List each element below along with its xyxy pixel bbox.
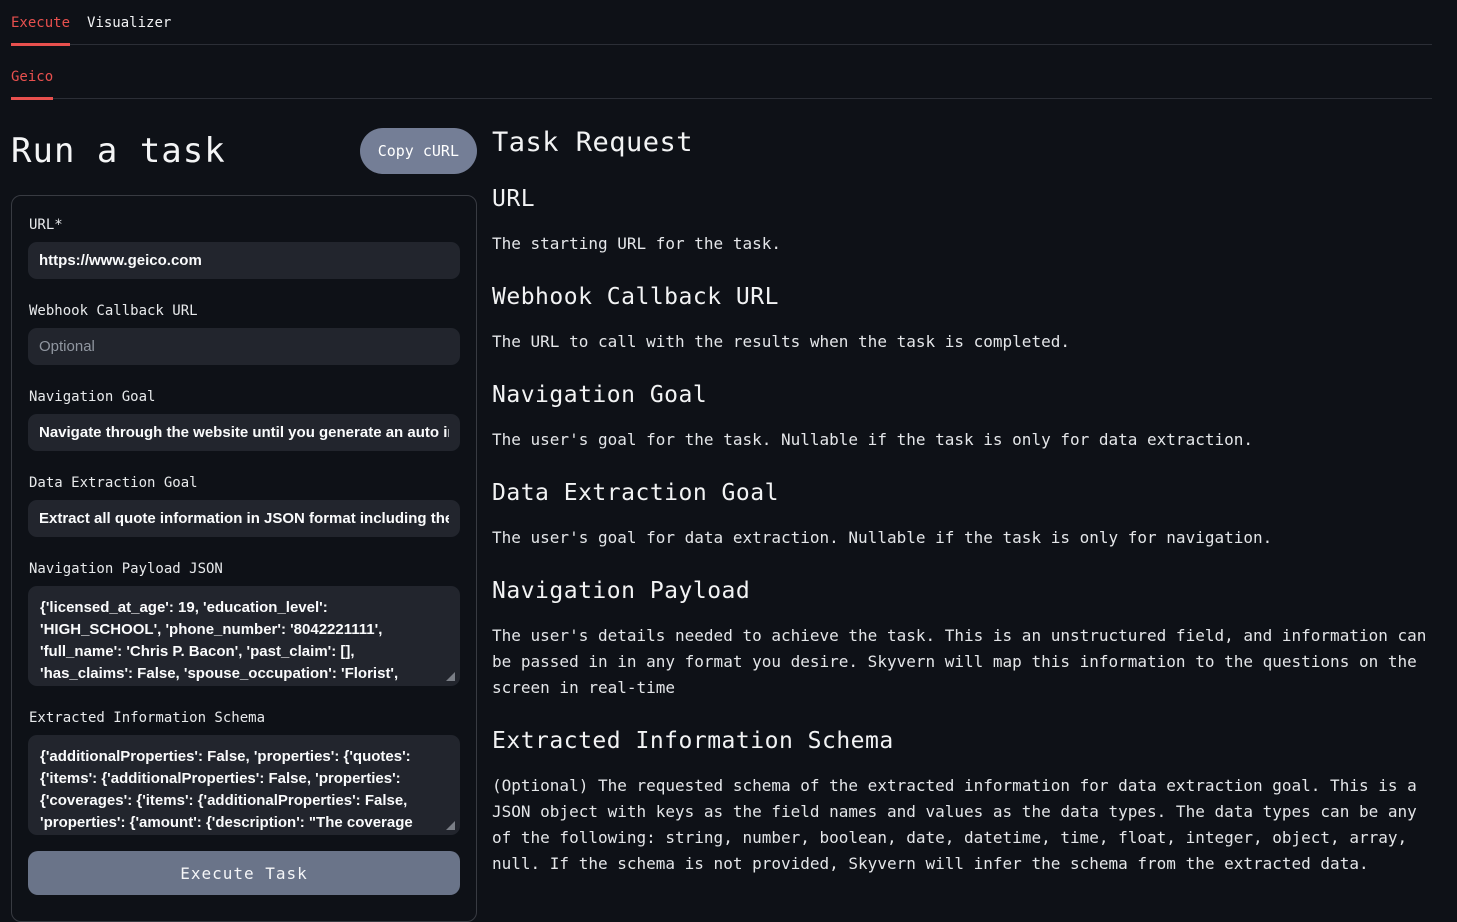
doc-body-navigation-goal: The user's goal for the task. Nullable i… <box>492 427 1432 453</box>
top-tab-bar: Execute Visualizer <box>11 0 1432 45</box>
doc-body-url: The starting URL for the task. <box>492 231 1432 257</box>
url-input[interactable] <box>28 242 460 279</box>
doc-heading-navigation-goal: Navigation Goal <box>492 380 1432 410</box>
task-request-panel: Task Request URL The starting URL for th… <box>492 127 1432 877</box>
data-extraction-goal-field-wrap <box>28 500 460 537</box>
extracted-schema-label: Extracted Information Schema <box>29 709 460 727</box>
navigation-payload-label: Navigation Payload JSON <box>29 560 460 578</box>
doc-heading-webhook: Webhook Callback URL <box>492 282 1432 312</box>
tab-visualizer[interactable]: Visualizer <box>87 15 171 44</box>
extracted-schema-field-wrap: {'additionalProperties': False, 'propert… <box>28 735 460 835</box>
webhook-label: Webhook Callback URL <box>29 302 460 320</box>
navigation-payload-textarea[interactable]: {'licensed_at_age': 19, 'education_level… <box>28 586 460 686</box>
doc-heading-navigation-payload: Navigation Payload <box>492 576 1432 606</box>
doc-body-extracted-schema: (Optional) The requested schema of the e… <box>492 773 1432 877</box>
task-form-card: URL* Webhook Callback URL Navigation Goa… <box>11 195 477 922</box>
tab-execute[interactable]: Execute <box>11 15 70 46</box>
extracted-schema-textarea[interactable]: {'additionalProperties': False, 'propert… <box>28 735 460 835</box>
doc-title: Task Request <box>492 127 1432 159</box>
sub-tab-bar: Geico <box>11 45 1432 99</box>
navigation-goal-input[interactable] <box>28 414 460 451</box>
doc-body-navigation-payload: The user's details needed to achieve the… <box>492 623 1432 701</box>
data-extraction-goal-label: Data Extraction Goal <box>29 474 460 492</box>
run-task-panel: Run a task Copy cURL URL* Webhook Callba… <box>11 127 477 922</box>
navigation-goal-field-wrap <box>28 414 460 451</box>
navigation-goal-label: Navigation Goal <box>29 388 460 406</box>
navigation-payload-field-wrap: {'licensed_at_age': 19, 'education_level… <box>28 586 460 686</box>
doc-body-webhook: The URL to call with the results when th… <box>492 329 1432 355</box>
doc-body-data-extraction-goal: The user's goal for data extraction. Nul… <box>492 525 1432 551</box>
subtab-geico[interactable]: Geico <box>11 69 53 100</box>
url-label: URL* <box>29 216 460 234</box>
webhook-field-wrap <box>28 328 460 365</box>
page-title: Run a task <box>11 131 226 171</box>
copy-curl-button[interactable]: Copy cURL <box>360 128 477 174</box>
doc-heading-data-extraction-goal: Data Extraction Goal <box>492 478 1432 508</box>
execute-task-button[interactable]: Execute Task <box>28 851 460 895</box>
doc-heading-url: URL <box>492 184 1432 214</box>
run-task-header: Run a task Copy cURL <box>11 127 477 175</box>
doc-heading-extracted-schema: Extracted Information Schema <box>492 726 1432 756</box>
webhook-input[interactable] <box>28 328 460 365</box>
app-page: Execute Visualizer Geico Run a task Copy… <box>0 0 1457 922</box>
data-extraction-goal-input[interactable] <box>28 500 460 537</box>
main-content: Run a task Copy cURL URL* Webhook Callba… <box>11 127 1432 922</box>
url-field-wrap <box>28 242 460 279</box>
task-request-doc: Task Request URL The starting URL for th… <box>492 127 1432 877</box>
